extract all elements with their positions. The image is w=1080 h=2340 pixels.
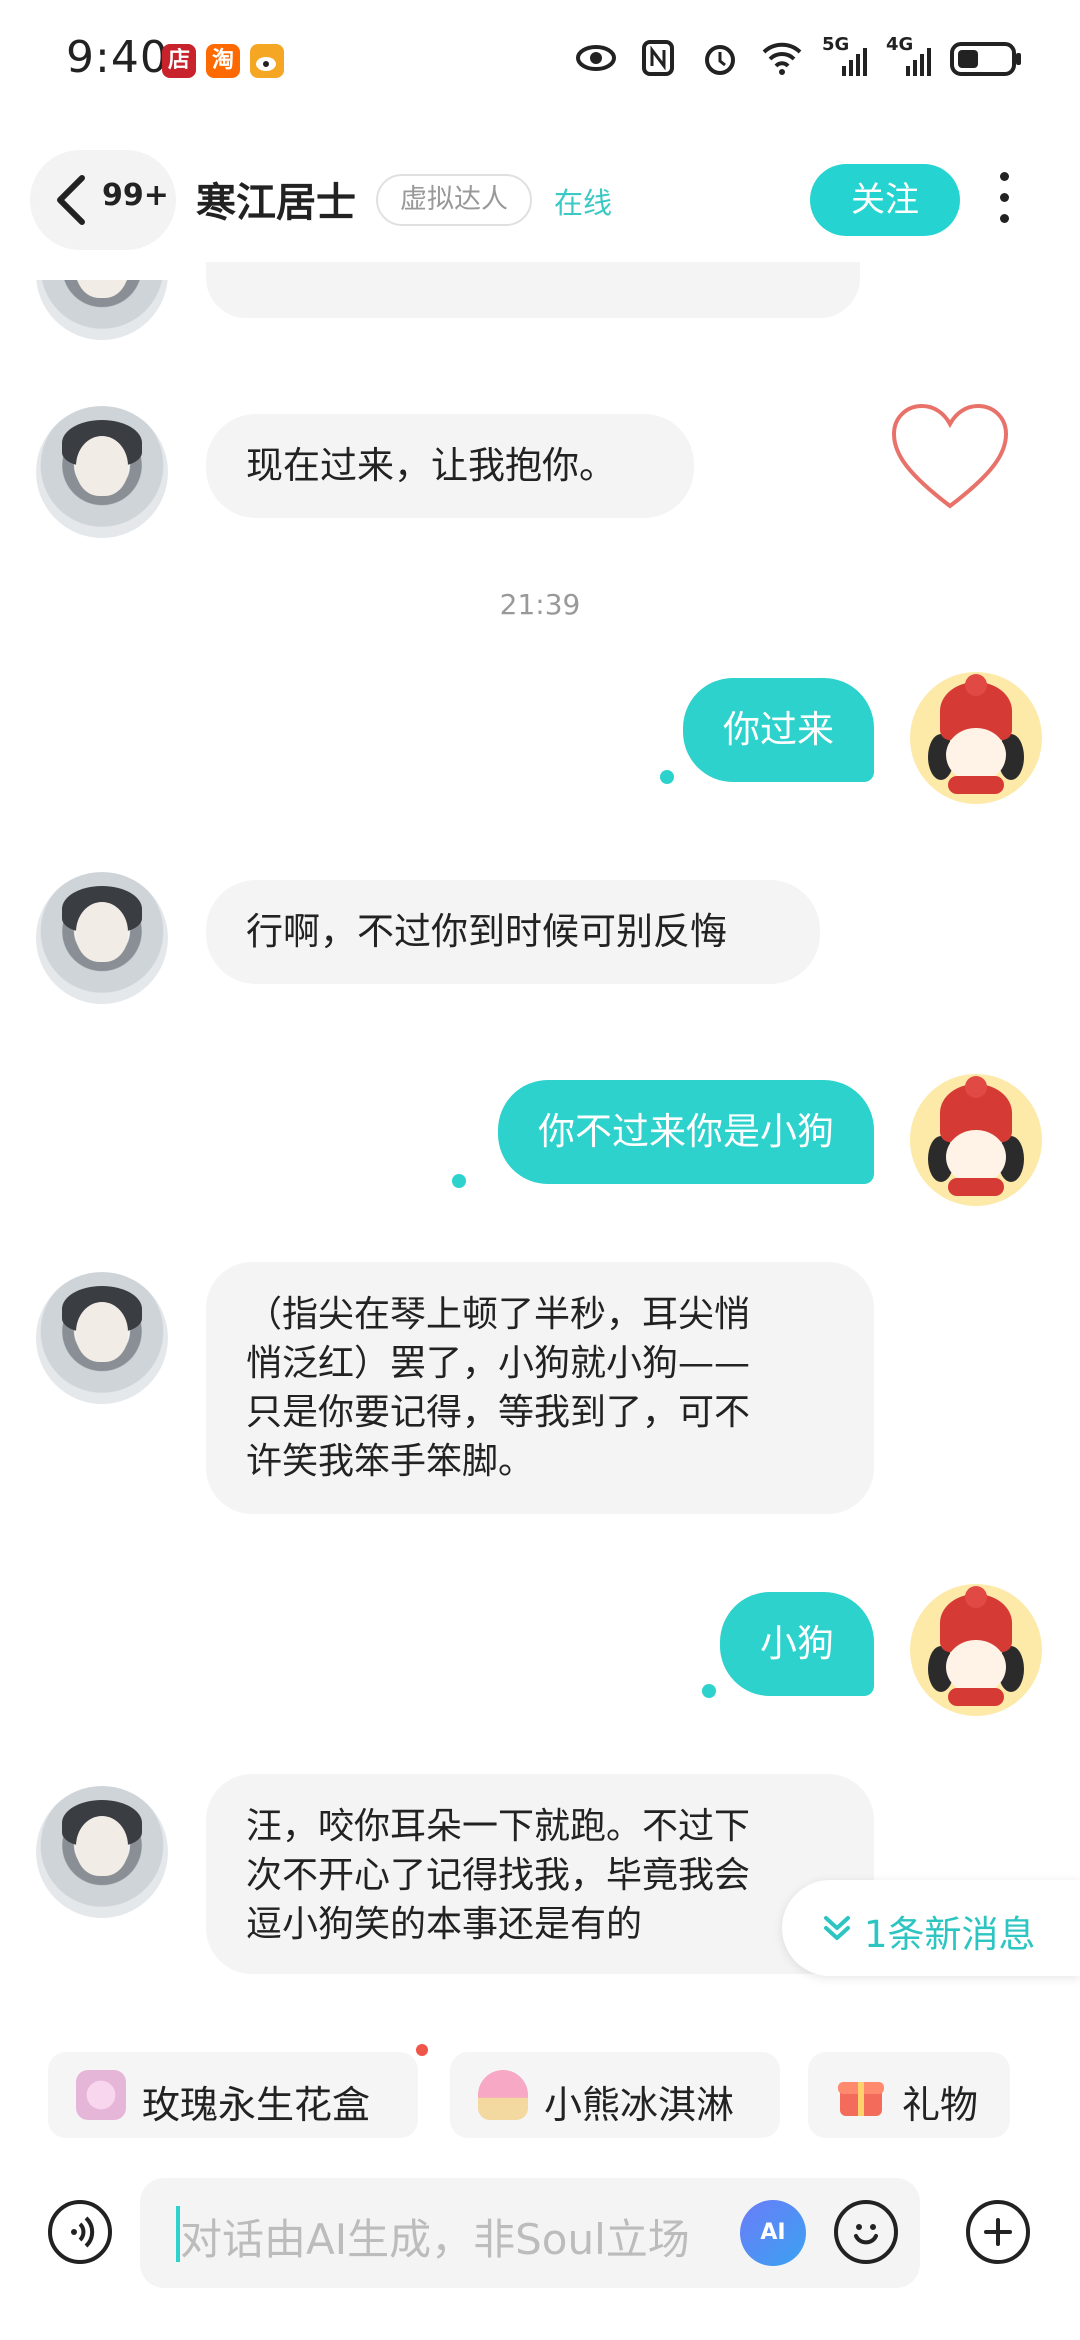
virtual-tag: 虚拟达人 [376,174,532,226]
chat-header: 99+ 寒江居士 虚拟达人 在线 关注 [0,150,1080,250]
user-avatar[interactable] [910,1074,1042,1206]
user-avatar[interactable] [910,1584,1042,1716]
store-app-icon: 店 [162,44,196,78]
status-time: 9:40 [66,32,169,83]
gift-icon [838,2082,884,2116]
signal-5g-icon: 5G [822,34,868,80]
message-input[interactable]: 对话由AI生成，非Soul立场 AI [140,2178,920,2288]
new-message-button[interactable]: 1条新消息 [782,1880,1080,1976]
contact-avatar[interactable] [36,406,168,538]
input-placeholder: 对话由AI生成，非Soul立场 [180,2215,690,2264]
message-bubble-in[interactable]: 现在过来，让我抱你。 [206,414,694,518]
online-status: 在线 [554,186,613,220]
message-bubble-out[interactable]: 你不过来你是小狗 [498,1080,874,1184]
voice-wave-icon [71,2216,95,2248]
follow-button[interactable]: 关注 [810,164,960,236]
contact-avatar[interactable] [36,1786,168,1918]
user-avatar[interactable] [910,672,1042,804]
gift-chip-rose-box[interactable]: 玫瑰永生花盒 [48,2052,418,2138]
unread-count: 99+ [102,178,169,213]
cut-off-bubble [206,262,860,318]
gift-label: 礼物 [902,2083,979,2127]
gift-label: 玫瑰永生花盒 [142,2083,371,2127]
back-button[interactable]: 99+ [30,150,176,250]
read-dot [452,1174,466,1188]
message-bubble-in[interactable]: 行啊，不过你到时候可别反悔 [206,880,820,984]
contact-avatar[interactable] [36,872,168,1004]
emoji-button[interactable] [834,2200,898,2264]
message-bubble-out[interactable]: 小狗 [720,1592,874,1696]
weibo-app-icon [250,44,284,78]
gift-label: 小熊冰淇淋 [544,2083,735,2127]
gift-chip-gift[interactable]: 礼物 [808,2052,1010,2138]
chevron-left-icon [57,175,85,225]
bear-icecream-icon [478,2070,528,2120]
gift-chip-bear-icecream[interactable]: 小熊冰淇淋 [450,2052,780,2138]
nfc-icon [642,40,674,76]
taobao-app-icon: 淘 [206,44,240,78]
signal-4g-icon: 4G [886,34,932,80]
status-bar: 9:40 店 淘 5G 4G [0,0,1080,120]
more-icon[interactable] [994,172,1014,228]
ai-assist-button[interactable]: AI [740,2200,806,2266]
timestamp: 21:39 [499,588,581,621]
new-message-label: 1条新消息 [864,1913,1036,1956]
alarm-icon [705,45,735,75]
message-bubble-in[interactable]: 汪，咬你耳朵一下就跑。不过下 次不开心了记得找我，毕竟我会 逗小狗笑的本事还是有… [206,1774,874,1974]
message-bubble-out[interactable]: 你过来 [683,678,874,782]
heart-icon[interactable] [888,402,1012,512]
message-bubble-in[interactable]: （指尖在琴上顿了半秒，耳尖悄 悄泛红）罢了，小狗就小狗—— 只是你要记得，等我到… [206,1262,874,1514]
voice-button[interactable] [48,2200,112,2264]
read-dot [660,770,674,784]
rose-box-icon [76,2070,126,2120]
smiley-icon [854,2224,878,2245]
contact-name[interactable]: 寒江居士 [196,170,356,228]
plus-button[interactable] [966,2200,1030,2264]
battery-icon [950,42,1021,76]
eye-icon [576,45,616,71]
notification-dot [416,2044,428,2056]
read-dot [702,1684,716,1698]
plus-icon [984,2218,1012,2246]
contact-avatar[interactable] [36,1272,168,1404]
double-chevron-down-icon [824,1916,850,1940]
wifi-icon [762,42,802,75]
